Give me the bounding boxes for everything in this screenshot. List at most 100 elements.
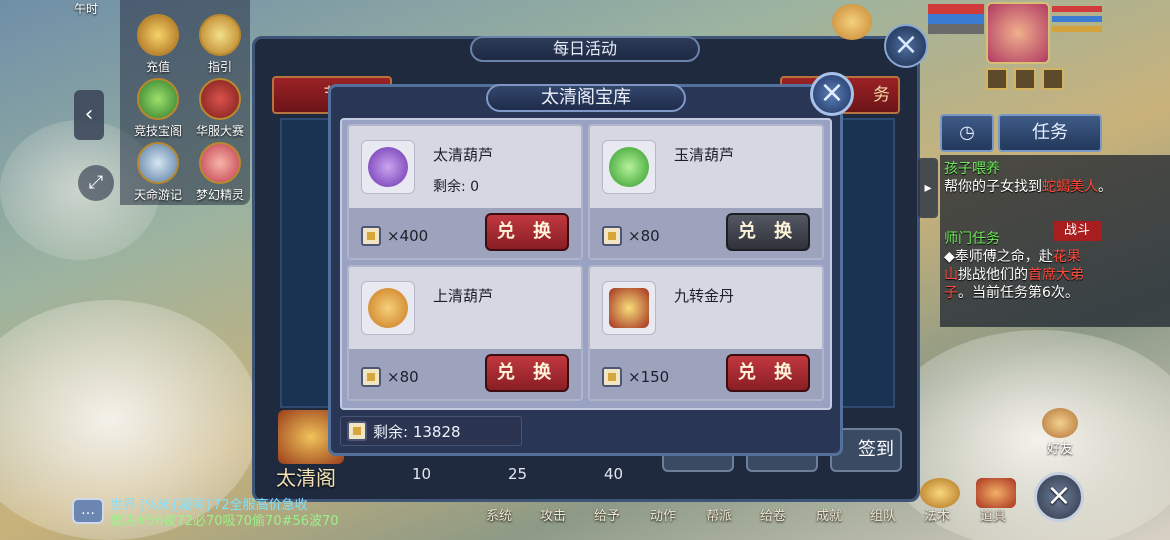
item-icon-frame bbox=[602, 281, 656, 335]
quest-target: 蛇蝎美人 bbox=[1042, 179, 1098, 195]
item-name: 太清葫芦 bbox=[433, 146, 494, 164]
chat-line: 兽决#56夜72必70吸70偷70#56波70 bbox=[110, 514, 339, 529]
player-avatar[interactable] bbox=[986, 2, 1050, 64]
item-cost: ×80 bbox=[361, 367, 419, 387]
buff-icon[interactable] bbox=[1014, 68, 1036, 90]
quest-desc: ◆奉师傅之命，赴 bbox=[944, 249, 1053, 265]
quest-item-child[interactable]: 孩子喂养 帮你的子女找到蛇蝎美人。 bbox=[944, 160, 1164, 196]
item-name: 九转金丹 bbox=[674, 287, 735, 305]
quest-tab[interactable]: 任务 bbox=[998, 114, 1102, 152]
menu-fairy[interactable]: 梦幻精灵 bbox=[194, 142, 246, 203]
exchange-button[interactable]: 兑 换 bbox=[726, 354, 810, 392]
bottom-menu-system[interactable]: 系统 bbox=[486, 505, 512, 524]
quest-desc: 挑战他们的 bbox=[958, 267, 1028, 283]
menu-label: 梦幻精灵 bbox=[195, 188, 244, 202]
scroll-currency-icon bbox=[361, 367, 381, 387]
journey-book-icon bbox=[137, 142, 179, 184]
item-cost-bar: ×80 兑 换 bbox=[590, 208, 822, 258]
item-icon-frame bbox=[602, 140, 656, 194]
chat-bubble-icon[interactable]: … bbox=[72, 498, 104, 524]
close-menu-icon[interactable]: × bbox=[1034, 472, 1084, 522]
exchange-item-card: 太清葫芦 剩余: 0 ×400 兑 换 bbox=[347, 124, 583, 260]
golden-elixir-box-icon bbox=[609, 288, 649, 328]
bottom-menu-scroll[interactable]: 给卷 bbox=[760, 505, 786, 524]
item-icon-frame bbox=[361, 140, 415, 194]
item-cost-bar: ×150 兑 换 bbox=[590, 349, 822, 399]
progress-tick: 25 bbox=[508, 465, 528, 483]
treasury-close-icon[interactable]: × bbox=[810, 72, 854, 116]
currency-balance: 剩余: 13828 bbox=[340, 416, 522, 446]
expand-arrows-icon[interactable]: ⤢ bbox=[78, 165, 114, 201]
exchange-button-disabled[interactable]: 兑 换 bbox=[726, 213, 810, 251]
exchange-button[interactable]: 兑 换 bbox=[485, 213, 569, 251]
magic-bell-icon bbox=[920, 478, 960, 508]
item-icon-frame bbox=[361, 281, 415, 335]
item-cost: ×150 bbox=[602, 367, 669, 387]
purple-gourd-icon bbox=[368, 147, 408, 187]
menu-recharge[interactable]: 充值 bbox=[132, 14, 184, 75]
quest-title: 孩子喂养 bbox=[944, 161, 1000, 177]
item-cost-value: ×80 bbox=[628, 227, 660, 245]
world-chat[interactable]: 世界 [%米{凝琴}72全服高价急收 兽决#56夜72必70吸70偷70#56波… bbox=[110, 498, 400, 540]
bottom-menu-magic[interactable]: 法术 bbox=[924, 505, 950, 524]
menu-guide[interactable]: 指引 bbox=[194, 14, 246, 75]
scroll-currency-icon bbox=[602, 367, 622, 387]
quest-desc: 。当前任务第6次。 bbox=[958, 285, 1079, 301]
menu-label: 竞技宝阁 bbox=[133, 124, 182, 138]
costume-contest-icon bbox=[199, 78, 241, 120]
quest-desc: 帮你的子女找到 bbox=[944, 179, 1042, 195]
exchange-item-card: 玉清葫芦 ×80 兑 换 bbox=[588, 124, 824, 260]
chat-line: 世界 [%米{凝琴}72全服高价急收 bbox=[110, 498, 308, 513]
quest-collapse-arrow-icon[interactable]: ▸ bbox=[918, 158, 938, 218]
item-cost-bar: ×80 兑 换 bbox=[349, 349, 581, 399]
menu-costume-contest[interactable]: 华服大赛 bbox=[194, 78, 246, 139]
collapse-left-arrow-icon[interactable]: ‹ bbox=[74, 90, 104, 140]
item-name: 玉清葫芦 bbox=[674, 146, 735, 164]
handshake-icon bbox=[1042, 408, 1078, 438]
anger-bar bbox=[1052, 26, 1102, 32]
pet-status-bars bbox=[928, 4, 984, 34]
item-bag-icon bbox=[976, 478, 1016, 508]
bottom-menu-give[interactable]: 给予 bbox=[594, 505, 620, 524]
pet-avatar[interactable] bbox=[832, 4, 872, 40]
menu-journey[interactable]: 天命游记 bbox=[132, 142, 184, 203]
tab-label: 务 bbox=[873, 85, 890, 105]
menu-label: 指引 bbox=[207, 60, 232, 74]
item-cost: ×400 bbox=[361, 226, 428, 246]
quest-item-sect[interactable]: 师门任务 ◆奉师傅之命，赴花果山挑战他们的首席大弟子。当前任务第6次。 bbox=[944, 230, 1084, 302]
bottom-menu-achievement[interactable]: 成就 bbox=[816, 505, 842, 524]
scroll-currency-icon bbox=[602, 226, 622, 246]
treasury-title: 太清阁宝库 bbox=[486, 84, 686, 112]
bottom-menu-action[interactable]: 动作 bbox=[650, 505, 676, 524]
friends-label: 好友 bbox=[1046, 442, 1073, 457]
item-name: 上清葫芦 bbox=[433, 287, 494, 305]
bottom-menu-team[interactable]: 组队 bbox=[870, 505, 896, 524]
buff-icon[interactable] bbox=[986, 68, 1008, 90]
item-cost-value: ×150 bbox=[628, 368, 670, 386]
progress-tick: 10 bbox=[412, 465, 432, 483]
golden-gourd-icon bbox=[368, 288, 408, 328]
bottom-menu-items[interactable]: 道具 bbox=[980, 505, 1006, 524]
clock-label: 午时 bbox=[74, 2, 99, 16]
progress-tick: 40 bbox=[604, 465, 624, 483]
fairy-sprite-icon bbox=[199, 142, 241, 184]
quest-tab-label: 任务 bbox=[1032, 122, 1068, 143]
game-clock: 午时 bbox=[74, 0, 98, 17]
menu-arena-shop[interactable]: 竞技宝阁 bbox=[132, 78, 184, 139]
activity-label: 太清阁 bbox=[276, 466, 336, 490]
bottom-menu-attack[interactable]: 攻击 bbox=[540, 505, 566, 524]
daily-close-icon[interactable]: × bbox=[884, 24, 928, 68]
friends-button[interactable]: 好友 bbox=[1038, 408, 1082, 464]
hp-bar bbox=[1052, 6, 1102, 12]
exchange-button[interactable]: 兑 换 bbox=[485, 354, 569, 392]
buff-icon[interactable] bbox=[1042, 68, 1064, 90]
clock-icon: ◷ bbox=[959, 122, 975, 143]
quest-desc: 。 bbox=[1098, 179, 1112, 195]
green-gourd-icon bbox=[609, 147, 649, 187]
item-cost-value: ×80 bbox=[387, 368, 419, 386]
bottom-menu-guild[interactable]: 帮派 bbox=[706, 505, 732, 524]
daily-activity-title: 每日活动 bbox=[470, 36, 700, 62]
quest-timer-tab[interactable]: ◷ bbox=[940, 114, 994, 152]
item-cost-value: ×400 bbox=[387, 227, 429, 245]
item-cost-bar: ×400 兑 换 bbox=[349, 208, 581, 258]
